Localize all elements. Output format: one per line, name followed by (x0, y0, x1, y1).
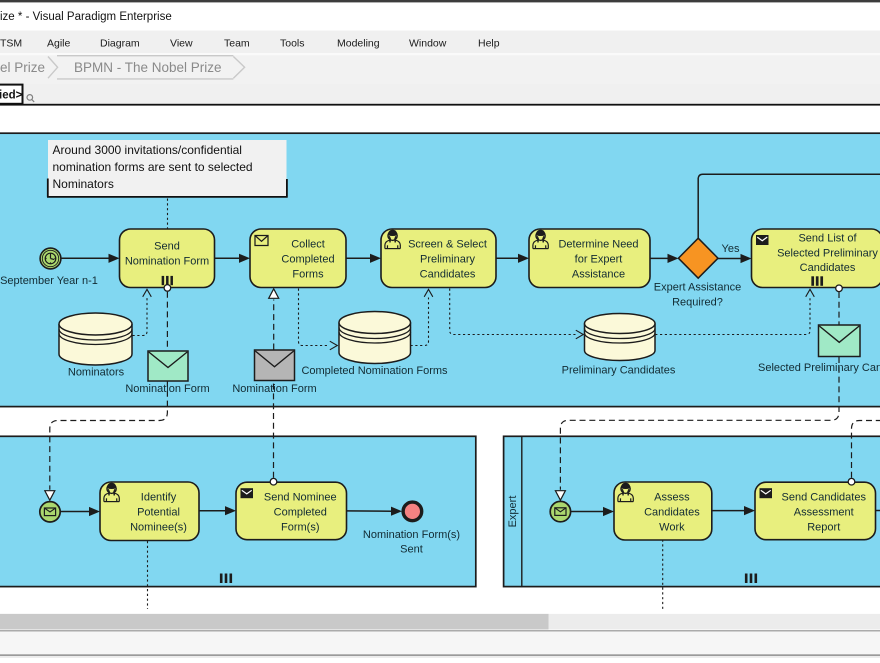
svg-text:View: View (170, 38, 193, 50)
svg-text:Identify: Identify (141, 491, 177, 503)
svg-text:Assistance: Assistance (572, 269, 625, 281)
svg-text:Sent: Sent (400, 544, 423, 556)
svg-text:for Expert: for Expert (575, 253, 623, 265)
svg-text:Completed: Completed (281, 253, 334, 265)
svg-text:Form(s): Form(s) (281, 522, 320, 534)
svg-text:Assessment: Assessment (794, 506, 854, 518)
svg-text:Preliminary Candidates: Preliminary Candidates (562, 364, 676, 376)
svg-text:Send List of: Send List of (798, 233, 857, 245)
svg-text:Nomination Form(s): Nomination Form(s) (363, 529, 460, 541)
svg-text:Forms: Forms (292, 269, 324, 281)
svg-text:Report: Report (807, 522, 840, 534)
svg-text:Selected Preliminary Candidate: Selected Preliminary Candidates (758, 362, 880, 374)
svg-text:Tools: Tools (280, 38, 305, 50)
svg-text:Determine Need: Determine Need (558, 238, 638, 250)
svg-text:Completed: Completed (274, 506, 327, 518)
svg-text:Send: Send (154, 240, 180, 252)
svg-text:Nomination Form: Nomination Form (125, 383, 209, 395)
svg-text:Window: Window (409, 38, 447, 50)
svg-text:Nomination Form: Nomination Form (232, 383, 316, 395)
svg-text:Nominators: Nominators (53, 177, 114, 191)
svg-text:Yes: Yes (722, 243, 740, 255)
svg-text:Send Nominee: Send Nominee (264, 491, 337, 503)
svg-text:Diagram: Diagram (100, 38, 140, 50)
svg-text:Potential: Potential (137, 506, 180, 518)
svg-text:Modeling: Modeling (337, 38, 380, 50)
svg-text:BPMN - The Nobel Prize: BPMN - The Nobel Prize (74, 60, 222, 75)
svg-text:Send Candidates: Send Candidates (782, 491, 867, 503)
svg-text:Assess: Assess (654, 491, 690, 503)
svg-text:Expert Assistance: Expert Assistance (654, 282, 741, 294)
svg-text:el Prize: el Prize (0, 60, 45, 75)
svg-text:Collect: Collect (291, 238, 325, 250)
svg-text:Preliminary: Preliminary (420, 253, 476, 265)
svg-text:Screen & Select: Screen & Select (408, 238, 487, 250)
svg-text:ize * - Visual Paradigm Enterp: ize * - Visual Paradigm Enterprise (0, 11, 172, 23)
svg-text:Work: Work (659, 522, 685, 534)
svg-text:Around 3000 invitations/confid: Around 3000 invitations/confidential (53, 143, 242, 157)
svg-text:Nominee(s): Nominee(s) (130, 522, 187, 534)
svg-text:Selected Preliminary: Selected Preliminary (777, 248, 878, 260)
svg-text:Expert: Expert (507, 496, 519, 528)
svg-text:nomination forms are sent to s: nomination forms are sent to selected (53, 160, 253, 174)
svg-text:Candidates: Candidates (800, 262, 856, 274)
svg-text:Candidates: Candidates (420, 269, 476, 281)
svg-text:Nominators: Nominators (68, 366, 125, 378)
svg-text:Agile: Agile (47, 38, 71, 50)
svg-text:Required?: Required? (672, 297, 723, 309)
svg-text:TSM: TSM (0, 38, 22, 50)
svg-text:ied>: ied> (0, 90, 23, 102)
svg-text:Help: Help (478, 38, 500, 50)
svg-text:Completed Nomination Forms: Completed Nomination Forms (301, 365, 448, 377)
svg-text:Nomination Form: Nomination Form (125, 255, 209, 267)
svg-text:Team: Team (224, 38, 250, 50)
svg-text:Candidates: Candidates (644, 506, 700, 518)
svg-text:September Year n-1: September Year n-1 (0, 275, 98, 287)
